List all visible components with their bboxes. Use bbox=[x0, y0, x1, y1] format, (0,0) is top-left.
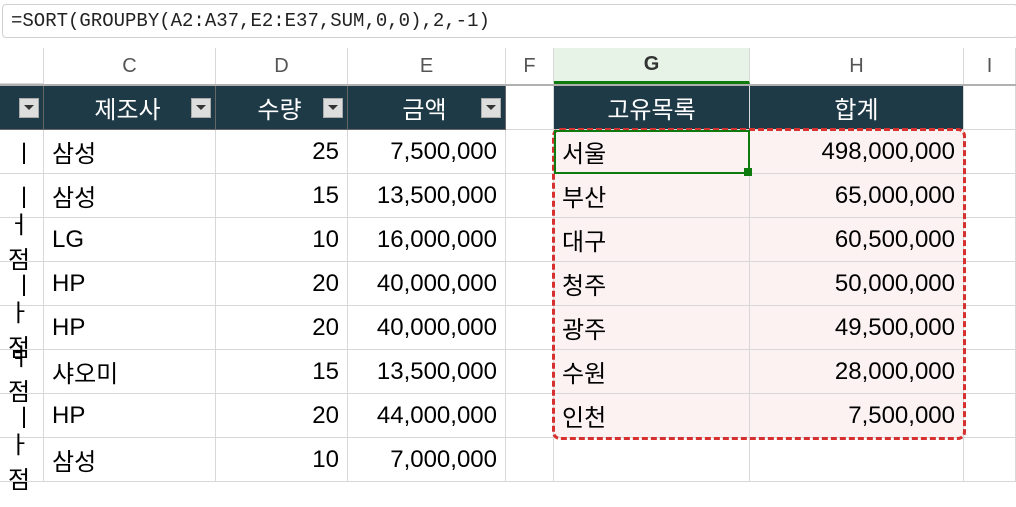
formula-text: =SORT(GROUPBY(A2:A37,E2:E37,SUM,0,0),2,-… bbox=[11, 10, 490, 32]
table-row: ㅓ점 LG 10 16,000,000 대구 60,500,000 bbox=[0, 218, 1016, 262]
column-header-row: C D E F G H I bbox=[0, 48, 1016, 86]
cell-amount[interactable]: 16,000,000 bbox=[348, 218, 506, 262]
cell-manufacturer[interactable]: HP bbox=[44, 306, 216, 350]
cell-total[interactable]: 28,000,000 bbox=[750, 350, 964, 394]
spreadsheet-grid[interactable]: C D E F G H I 제조사 수량 금액 고 bbox=[0, 48, 1016, 482]
header-label: 제조사 bbox=[94, 90, 160, 125]
cell-qty[interactable]: 20 bbox=[216, 262, 348, 306]
cell-total[interactable]: 65,000,000 bbox=[750, 174, 964, 218]
cell-empty[interactable] bbox=[506, 130, 554, 174]
cell-empty[interactable] bbox=[964, 350, 1016, 394]
cell-empty[interactable] bbox=[506, 218, 554, 262]
partial-cell[interactable]: ㅏ점 bbox=[0, 438, 44, 482]
cell-manufacturer[interactable]: HP bbox=[44, 262, 216, 306]
col-header-h[interactable]: H bbox=[750, 48, 964, 84]
cell-empty[interactable] bbox=[964, 174, 1016, 218]
table-row: ㅣ HP 20 40,000,000 청주 50,000,000 bbox=[0, 262, 1016, 306]
cell-amount[interactable]: 13,500,000 bbox=[348, 174, 506, 218]
header-label: 합계 bbox=[834, 90, 878, 125]
cell-empty[interactable] bbox=[964, 86, 1016, 130]
cell-manufacturer[interactable]: HP bbox=[44, 394, 216, 438]
cell-empty[interactable] bbox=[964, 218, 1016, 262]
partial-cell[interactable]: ㅣ bbox=[0, 130, 44, 174]
cell-amount[interactable]: 40,000,000 bbox=[348, 306, 506, 350]
partial-cell[interactable]: ㅕ점 bbox=[0, 350, 44, 394]
cell-qty[interactable]: 15 bbox=[216, 174, 348, 218]
cell-empty[interactable] bbox=[506, 174, 554, 218]
data-rows: 제조사 수량 금액 고유목록 합계 ㅣ 삼성 25 bbox=[0, 86, 1016, 482]
cell-qty[interactable]: 20 bbox=[216, 394, 348, 438]
header-unique-list[interactable]: 고유목록 bbox=[554, 86, 750, 130]
cell-city[interactable]: 청주 bbox=[554, 262, 750, 306]
cell-qty[interactable]: 15 bbox=[216, 350, 348, 394]
filter-dropdown-icon[interactable] bbox=[19, 98, 39, 118]
header-label: 수량 bbox=[257, 90, 301, 125]
col-header-d[interactable]: D bbox=[216, 48, 348, 84]
table-row: ㅣ 삼성 25 7,500,000 서울 498,000,000 bbox=[0, 130, 1016, 174]
cell-amount[interactable]: 44,000,000 bbox=[348, 394, 506, 438]
partial-cell[interactable]: ㅓ점 bbox=[0, 218, 44, 262]
partial-col-b[interactable] bbox=[0, 86, 44, 130]
header-label: 고유목록 bbox=[607, 90, 695, 125]
cell-city[interactable]: 대구 bbox=[554, 218, 750, 262]
cell-total[interactable]: 49,500,000 bbox=[750, 306, 964, 350]
cell-amount[interactable]: 40,000,000 bbox=[348, 262, 506, 306]
cell-amount[interactable]: 13,500,000 bbox=[348, 350, 506, 394]
header-amount[interactable]: 금액 bbox=[348, 86, 506, 130]
cell-empty[interactable] bbox=[506, 86, 554, 130]
header-label: 금액 bbox=[402, 90, 446, 125]
cell-empty[interactable] bbox=[964, 394, 1016, 438]
cell-empty[interactable] bbox=[554, 438, 750, 482]
cell-qty[interactable]: 10 bbox=[216, 218, 348, 262]
cell-total[interactable]: 60,500,000 bbox=[750, 218, 964, 262]
filter-dropdown-icon[interactable] bbox=[191, 98, 211, 118]
cell-empty[interactable] bbox=[964, 306, 1016, 350]
cell-city[interactable]: 수원 bbox=[554, 350, 750, 394]
cell-manufacturer[interactable]: 샤오미 bbox=[44, 350, 216, 394]
header-manufacturer[interactable]: 제조사 bbox=[44, 86, 216, 130]
cell-empty[interactable] bbox=[750, 438, 964, 482]
cell-manufacturer[interactable]: LG bbox=[44, 218, 216, 262]
table-row: ㅣ HP 20 44,000,000 인천 7,500,000 bbox=[0, 394, 1016, 438]
col-header-g[interactable]: G bbox=[554, 48, 750, 84]
cell-empty[interactable] bbox=[964, 262, 1016, 306]
table-row: ㅕ점 샤오미 15 13,500,000 수원 28,000,000 bbox=[0, 350, 1016, 394]
col-header-e[interactable]: E bbox=[348, 48, 506, 84]
table-row: ㅏ점 삼성 10 7,000,000 bbox=[0, 438, 1016, 482]
col-header-f[interactable]: F bbox=[506, 48, 554, 84]
formula-bar[interactable]: =SORT(GROUPBY(A2:A37,E2:E37,SUM,0,0),2,-… bbox=[2, 4, 1016, 38]
cell-empty[interactable] bbox=[506, 438, 554, 482]
cell-total[interactable]: 7,500,000 bbox=[750, 394, 964, 438]
cell-manufacturer[interactable]: 삼성 bbox=[44, 174, 216, 218]
cell-total[interactable]: 498,000,000 bbox=[750, 130, 964, 174]
cell-empty[interactable] bbox=[964, 438, 1016, 482]
cell-empty[interactable] bbox=[506, 350, 554, 394]
cell-city[interactable]: 광주 bbox=[554, 306, 750, 350]
cell-city[interactable]: 서울 bbox=[554, 130, 750, 174]
col-gap bbox=[0, 48, 44, 84]
cell-qty[interactable]: 10 bbox=[216, 438, 348, 482]
cell-empty[interactable] bbox=[506, 394, 554, 438]
cell-qty[interactable]: 20 bbox=[216, 306, 348, 350]
header-total[interactable]: 합계 bbox=[750, 86, 964, 130]
col-header-c[interactable]: C bbox=[44, 48, 216, 84]
table-row: ㅏ점 HP 20 40,000,000 광주 49,500,000 bbox=[0, 306, 1016, 350]
cell-total[interactable]: 50,000,000 bbox=[750, 262, 964, 306]
cell-amount[interactable]: 7,000,000 bbox=[348, 438, 506, 482]
header-row: 제조사 수량 금액 고유목록 합계 bbox=[0, 86, 1016, 130]
cell-manufacturer[interactable]: 삼성 bbox=[44, 438, 216, 482]
cell-empty[interactable] bbox=[506, 262, 554, 306]
cell-manufacturer[interactable]: 삼성 bbox=[44, 130, 216, 174]
filter-dropdown-icon[interactable] bbox=[481, 98, 501, 118]
cell-qty[interactable]: 25 bbox=[216, 130, 348, 174]
cell-city[interactable]: 인천 bbox=[554, 394, 750, 438]
col-header-i[interactable]: I bbox=[964, 48, 1016, 84]
header-qty[interactable]: 수량 bbox=[216, 86, 348, 130]
cell-amount[interactable]: 7,500,000 bbox=[348, 130, 506, 174]
cell-city[interactable]: 부산 bbox=[554, 174, 750, 218]
table-row: ㅣ 삼성 15 13,500,000 부산 65,000,000 bbox=[0, 174, 1016, 218]
cell-empty[interactable] bbox=[506, 306, 554, 350]
filter-dropdown-icon[interactable] bbox=[323, 98, 343, 118]
cell-empty[interactable] bbox=[964, 130, 1016, 174]
